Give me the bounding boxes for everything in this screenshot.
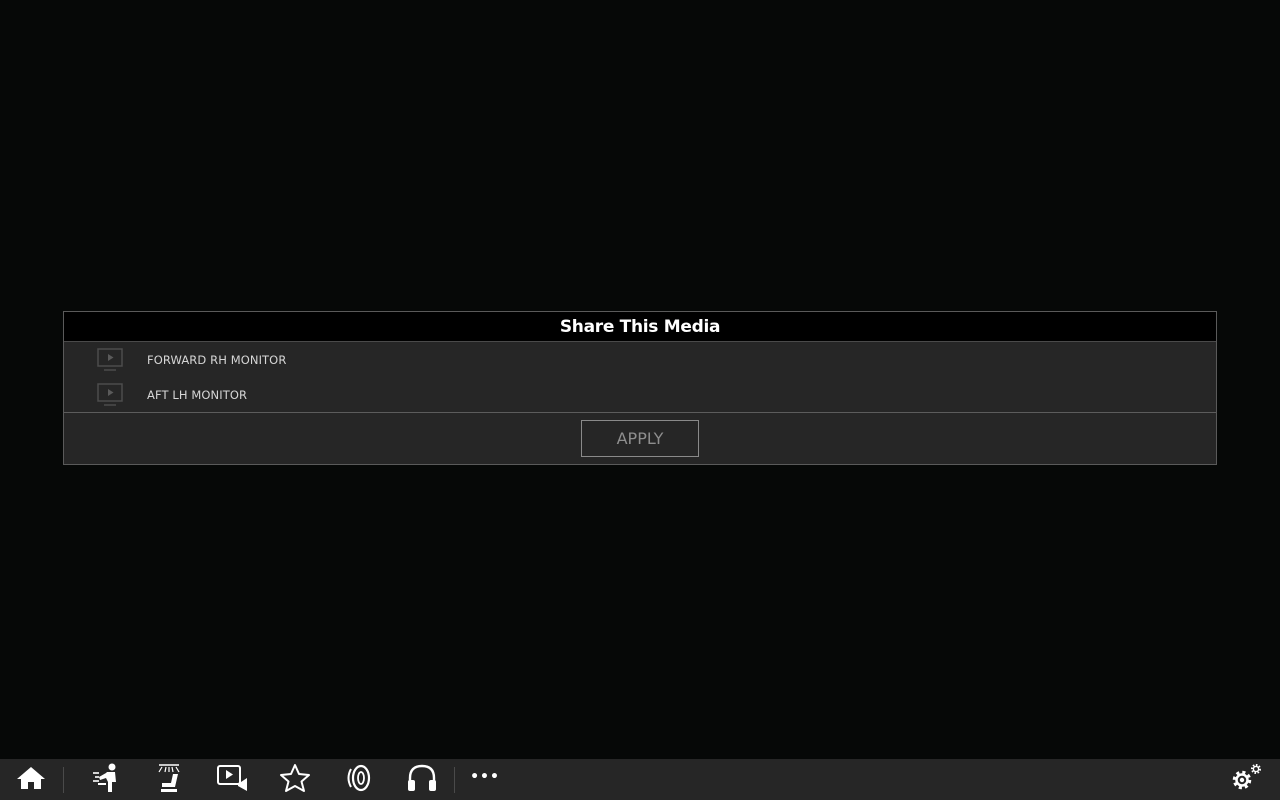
more-button[interactable]: ••• <box>465 763 505 797</box>
attendant-call-button[interactable] <box>86 763 126 797</box>
monitor-item-aft-lh[interactable]: AFT LH MONITOR <box>64 377 1216 412</box>
video-media-icon <box>216 764 250 796</box>
headphones-icon <box>406 763 438 797</box>
favorites-button[interactable] <box>275 763 315 797</box>
dialog-header: Share This Media <box>64 312 1216 342</box>
toolbar-separator <box>454 767 455 793</box>
monitor-list: FORWARD RH MONITOR AFT LH MONITOR <box>64 342 1216 413</box>
monitor-play-icon <box>97 347 123 372</box>
monitor-label: FORWARD RH MONITOR <box>147 352 287 367</box>
dialog-title: Share This Media <box>559 316 721 337</box>
video-media-button[interactable] <box>213 763 253 797</box>
share-media-dialog: Share This Media FORWARD RH MONITOR AFT … <box>63 311 1217 465</box>
home-button[interactable] <box>11 763 51 797</box>
speaker-icon <box>342 763 374 797</box>
monitor-play-icon <box>97 382 123 407</box>
headphones-button[interactable] <box>402 763 442 797</box>
more-icon: ••• <box>470 769 500 785</box>
toolbar-separator <box>63 767 64 793</box>
seat-light-icon <box>153 763 185 797</box>
apply-area: APPLY <box>64 413 1216 464</box>
star-icon <box>279 763 311 797</box>
settings-gears-icon <box>1228 762 1264 798</box>
speaker-button[interactable] <box>338 763 378 797</box>
monitor-label: AFT LH MONITOR <box>147 387 248 402</box>
home-icon <box>16 765 46 795</box>
bottom-toolbar: ••• <box>0 759 1280 800</box>
settings-button[interactable] <box>1226 763 1266 797</box>
attendant-call-icon <box>90 763 122 797</box>
apply-button[interactable]: APPLY <box>581 420 699 457</box>
screen: Share This Media FORWARD RH MONITOR AFT … <box>0 0 1280 800</box>
monitor-item-forward-rh[interactable]: FORWARD RH MONITOR <box>64 342 1216 377</box>
seat-light-button[interactable] <box>149 763 189 797</box>
